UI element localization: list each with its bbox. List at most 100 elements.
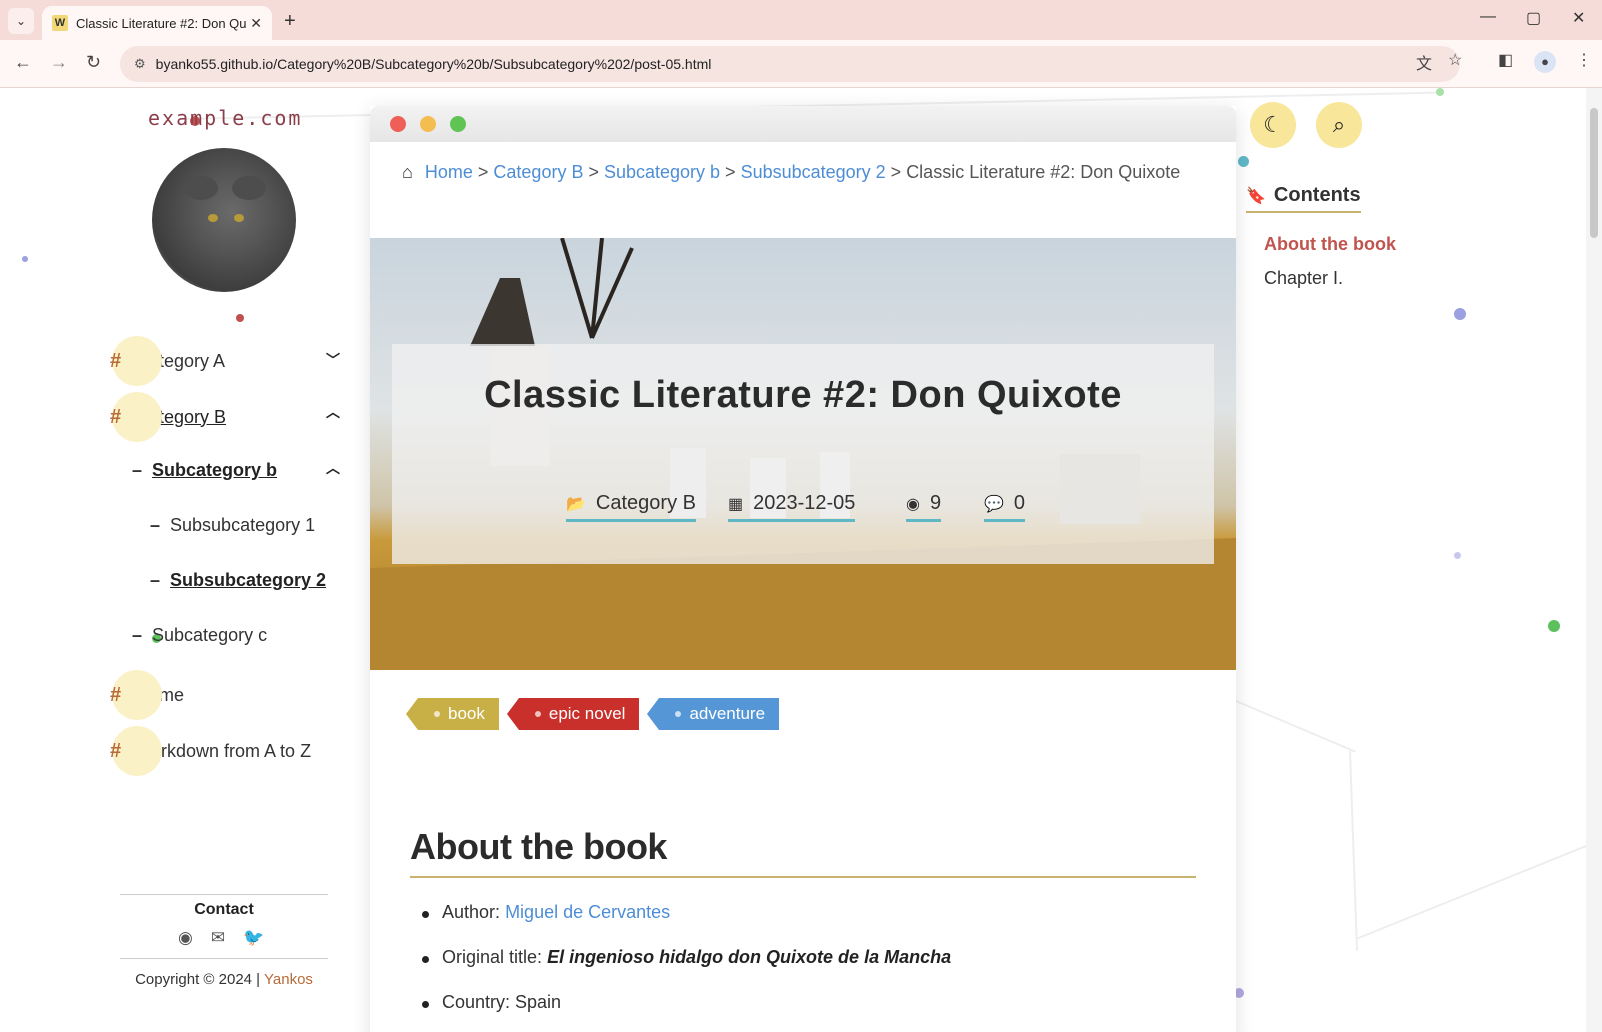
toc-item-chapter-1[interactable]: Chapter I. — [1264, 268, 1343, 289]
cat-eye — [234, 214, 244, 222]
menu-kebab-icon[interactable]: ⋮ — [1576, 50, 1592, 70]
post-card: ⌂ Home > Category B > Subcategory b > Su… — [370, 106, 1236, 1032]
hash-icon: # — [110, 392, 162, 442]
sidebar-item-subcategory-b[interactable]: – Subcategory b — [132, 460, 277, 481]
folder-icon: 📂 — [566, 495, 586, 513]
favicon-icon: W — [52, 15, 68, 31]
url-text[interactable]: byanko55.github.io/Category%20B/Subcateg… — [156, 56, 712, 72]
breadcrumb: ⌂ Home > Category B > Subcategory b > Su… — [402, 162, 1180, 183]
sidebar-item-home[interactable]: # Home — [110, 670, 184, 720]
meta-date-label: 2023-12-05 — [753, 492, 856, 514]
original-title-value: El ingenioso hidalgo don Quixote de la M… — [547, 947, 952, 967]
minimize-icon[interactable]: — — [1480, 8, 1496, 26]
red-dot-icon — [390, 116, 406, 132]
profile-avatar-icon[interactable]: ● — [1534, 51, 1556, 73]
sidebar-item-label: Subsubcategory 2 — [170, 570, 327, 590]
hash-icon: # — [110, 336, 162, 386]
meta-category[interactable]: 📂 Category B — [566, 492, 696, 522]
back-arrow-icon[interactable]: ← — [14, 52, 32, 73]
bookmark-icon: 🔖 — [1246, 187, 1266, 205]
site-info-icon[interactable]: ⚙ — [134, 56, 146, 72]
tab-search-chevron-icon[interactable]: ⌄ — [8, 8, 34, 34]
comment-icon: 💬 — [984, 495, 1004, 513]
reload-icon[interactable]: ↻ — [86, 52, 101, 73]
dark-mode-moon-icon[interactable]: ☾ — [1250, 102, 1296, 148]
bg-dot — [1436, 88, 1444, 96]
site-logo[interactable]: example.com — [148, 106, 302, 130]
dash-icon: – — [150, 515, 161, 535]
translate-icon[interactable]: 文 — [1416, 50, 1432, 74]
green-dot-icon — [450, 116, 466, 132]
scrollbar-thumb[interactable] — [1590, 108, 1598, 238]
bg-dot — [1548, 620, 1560, 632]
toc-item-about[interactable]: About the book — [1264, 234, 1396, 255]
breadcrumb-home[interactable]: Home — [425, 162, 473, 183]
active-tab[interactable]: W Classic Literature #2: Don Qui ✕ — [42, 6, 272, 40]
contact-heading: Contact — [120, 894, 328, 919]
sidebar-item-category-b[interactable]: # Category B — [110, 392, 226, 442]
dash-icon: – — [132, 625, 143, 645]
tab-close-icon[interactable]: ✕ — [250, 15, 262, 32]
sidebar-item-label: Subcategory b — [152, 460, 278, 480]
home-icon: ⌂ — [402, 162, 413, 182]
tag-book[interactable]: book — [406, 698, 499, 730]
chevron-down-icon[interactable]: ﹀ — [326, 350, 340, 370]
scrollbar[interactable] — [1586, 88, 1602, 1032]
breadcrumb-subsubcategory[interactable]: Subsubcategory 2 — [741, 162, 886, 183]
post-title: Classic Literature #2: Don Quixote — [484, 374, 1122, 416]
sidebar-item-label: Markdown from A to Z — [136, 740, 312, 761]
author-label: Author: — [442, 902, 501, 922]
toc-title-label: Contents — [1273, 184, 1361, 206]
list-item: Original title: El ingenioso hidalgo don… — [410, 947, 1196, 992]
cat-ear — [232, 176, 266, 200]
bg-line — [1349, 750, 1358, 951]
meta-views-label: 9 — [929, 492, 942, 514]
tag-epic-novel[interactable]: epic novel — [506, 698, 640, 730]
copyright-text: Copyright © 2024 | — [135, 971, 261, 988]
sidebar-item-subsubcategory-2[interactable]: – Subsubcategory 2 — [150, 570, 326, 591]
eye-icon: ◉ — [906, 495, 920, 513]
hash-icon: # — [110, 726, 162, 776]
sidebar-item-markdown[interactable]: # Markdown from A to Z — [110, 726, 312, 776]
breadcrumb-separator: > — [477, 162, 489, 182]
side-panel-icon[interactable]: ◧ — [1498, 50, 1513, 70]
yellow-dot-icon — [420, 116, 436, 132]
sidebar-item-subcategory-c[interactable]: – Subcategory c — [132, 625, 267, 646]
twitter-icon[interactable]: 🐦 — [243, 928, 264, 948]
copyright: Copyright © 2024 | Yankos — [120, 958, 328, 988]
new-tab-plus-icon[interactable]: + — [284, 10, 296, 33]
country-text: Country: Spain — [442, 992, 562, 1012]
hash-icon: # — [110, 670, 162, 720]
chevron-up-icon[interactable]: ︿ — [326, 458, 340, 478]
bg-dot — [1454, 552, 1461, 559]
meta-date: ▦ 2023-12-05 — [728, 492, 856, 522]
breadcrumb-subcategory[interactable]: Subcategory b — [604, 162, 720, 183]
email-icon[interactable]: ✉ — [211, 928, 225, 948]
meta-views: ◉ 9 — [906, 492, 942, 522]
contact-icons: ◉ ✉ 🐦 — [178, 928, 264, 948]
bookmark-star-icon[interactable]: ☆ — [1448, 50, 1462, 70]
bg-line — [1355, 844, 1589, 940]
close-window-icon[interactable]: ✕ — [1572, 8, 1585, 28]
address-bar[interactable]: ⚙ byanko55.github.io/Category%20B/Subcat… — [120, 46, 1460, 82]
copyright-link[interactable]: Yankos — [264, 971, 313, 988]
tag-adventure[interactable]: adventure — [647, 698, 780, 730]
bg-dot — [1238, 156, 1249, 167]
search-icon[interactable]: ⌕ — [1316, 102, 1362, 148]
sidebar-item-subsubcategory-1[interactable]: – Subsubcategory 1 — [150, 515, 315, 536]
sidebar-item-category-a[interactable]: # Category A — [110, 336, 225, 386]
original-title-label: Original title: — [442, 947, 543, 967]
tab-bar: ⌄ W Classic Literature #2: Don Qui ✕ + —… — [0, 0, 1602, 40]
github-icon[interactable]: ◉ — [178, 928, 193, 948]
chevron-up-icon[interactable]: ︿ — [326, 402, 340, 422]
bg-dot — [236, 314, 244, 322]
maximize-icon[interactable]: ▢ — [1526, 8, 1541, 28]
meta-category-label: Category B — [595, 492, 696, 514]
author-link[interactable]: Miguel de Cervantes — [505, 902, 670, 922]
title-overlay: Classic Literature #2: Don Quixote 📂 Cat… — [392, 344, 1214, 564]
forward-arrow-icon[interactable]: → — [50, 52, 68, 73]
hero-image: Classic Literature #2: Don Quixote 📂 Cat… — [370, 238, 1236, 670]
breadcrumb-category[interactable]: Category B — [493, 162, 583, 183]
section-heading: About the book — [410, 826, 1196, 878]
cat-ear — [184, 176, 218, 200]
